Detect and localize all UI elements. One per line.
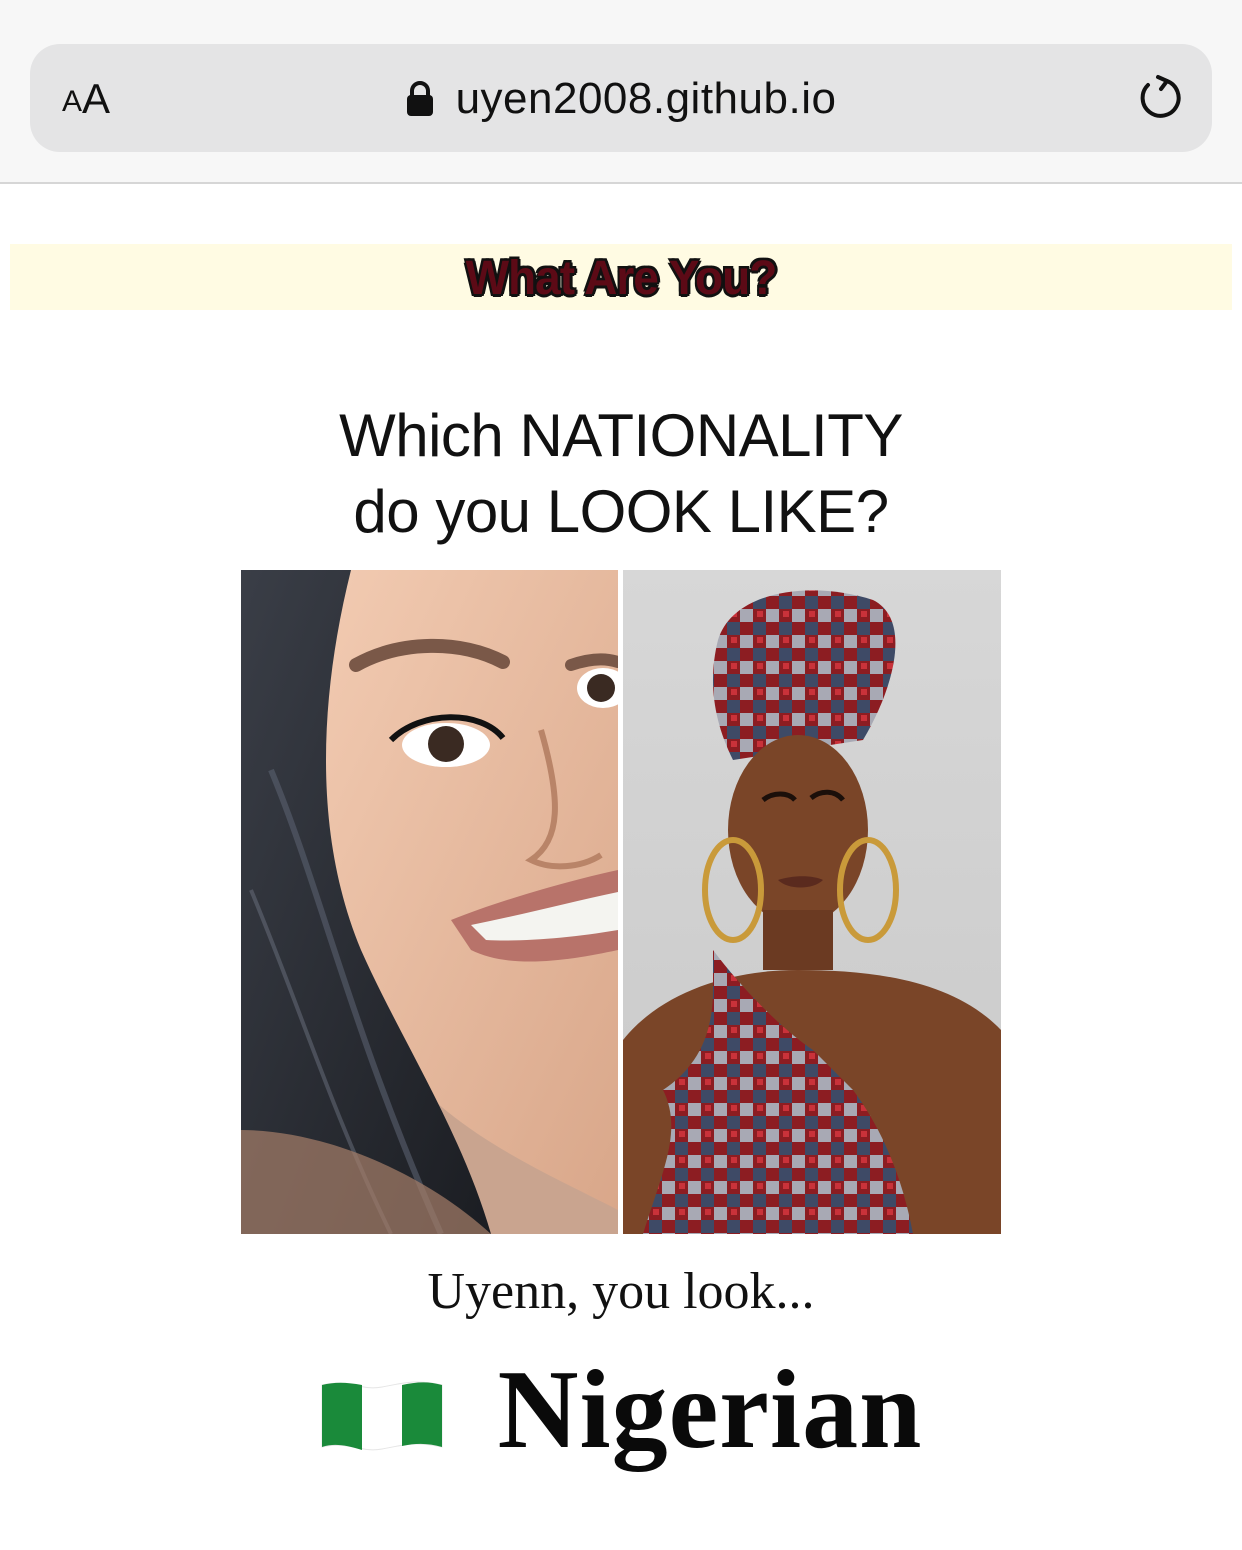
comparison-photos bbox=[241, 570, 1001, 1234]
browser-toolbar: A A uyen2008.github.io bbox=[0, 0, 1242, 184]
result-row: Nigerian bbox=[0, 1346, 1242, 1475]
match-photo bbox=[623, 570, 1001, 1234]
url-text: uyen2008.github.io bbox=[455, 74, 837, 123]
headline-line-2: do you LOOK LIKE? bbox=[353, 478, 889, 545]
result-intro: Uyenn, you look... bbox=[427, 1263, 815, 1320]
reload-icon[interactable] bbox=[1134, 72, 1186, 124]
nigeria-flag-icon bbox=[320, 1379, 444, 1453]
result-nationality: Nigerian bbox=[497, 1348, 923, 1472]
url-field[interactable]: uyen2008.github.io bbox=[30, 74, 1212, 124]
site-banner: What Are You? bbox=[10, 244, 1232, 310]
user-photo bbox=[241, 570, 618, 1234]
lock-icon bbox=[406, 81, 434, 117]
quiz-headline: Which NATIONALITY do you LOOK LIKE? bbox=[0, 398, 1242, 550]
address-bar[interactable]: A A uyen2008.github.io bbox=[30, 44, 1212, 152]
headline-line-1: Which NATIONALITY bbox=[339, 402, 903, 469]
site-title: What Are You? bbox=[465, 249, 778, 305]
